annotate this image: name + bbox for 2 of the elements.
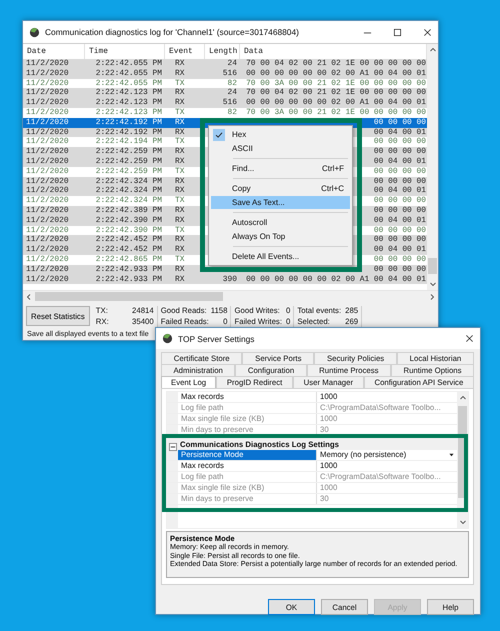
window-title: Communication diagnostics log for 'Channel1' (source=3017468804) (45, 27, 300, 37)
window-title: TOP Server Settings (178, 334, 256, 344)
